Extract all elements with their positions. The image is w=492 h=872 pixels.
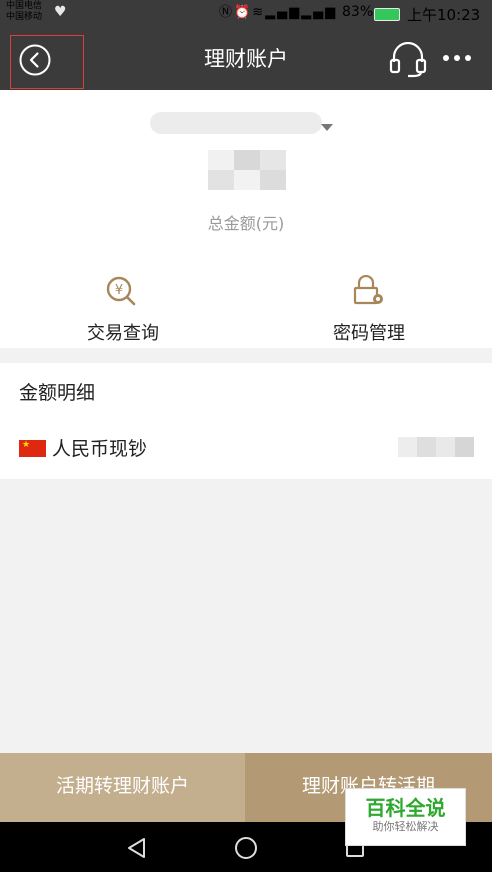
headset-icon[interactable] [389, 42, 427, 78]
more-icon[interactable] [442, 48, 472, 68]
nav-home-icon[interactable] [234, 836, 258, 860]
nfc-icon: Ⓝ [219, 5, 235, 20]
nav-back-icon[interactable] [125, 836, 149, 860]
svg-text:¥: ¥ [115, 283, 123, 298]
status-icons: Ⓝ⏰≋▂▄▆▂▄▆ [219, 5, 337, 21]
transaction-query-button[interactable]: 交易查询 [0, 319, 246, 345]
signal-4g-icon: ▂▄▆ [265, 5, 302, 20]
account-number-redacted [150, 112, 322, 134]
watermark-badge: 百科全说 助你轻松解决 [345, 788, 466, 846]
battery-percent: 83% [342, 4, 374, 20]
carrier-2: 中国移动 [6, 12, 43, 22]
wifi-icon: ≋ [252, 5, 266, 20]
current-to-wealth-button[interactable]: 活期转理财账户 [0, 753, 245, 822]
china-flag-icon: ★ [19, 440, 46, 457]
heart-icon: ♥ [54, 4, 67, 20]
chevron-down-icon[interactable] [321, 124, 333, 131]
currency-row-label[interactable]: 人民币现钞 [52, 434, 147, 461]
details-title: 金额明细 [19, 382, 96, 404]
alarm-icon: ⏰ [234, 5, 253, 20]
password-management-button[interactable]: 密码管理 [246, 319, 492, 345]
watermark-title: 百科全说 [365, 796, 446, 820]
back-circle-icon[interactable] [19, 44, 51, 76]
signal-2g-icon: ▂▄▆ [301, 5, 338, 20]
status-time: 上午10:23 [407, 6, 481, 24]
carrier-1: 中国电信 [6, 1, 43, 11]
carrier-info: 中国电信 中国移动 [6, 1, 42, 23]
currency-amount-redacted [398, 437, 474, 457]
total-amount-label: 总金额(元) [207, 214, 285, 233]
total-amount-redacted [208, 150, 286, 190]
search-coin-icon[interactable]: ¥ [104, 275, 138, 307]
lock-gear-icon[interactable] [351, 275, 385, 307]
watermark-subtitle: 助你轻松解决 [372, 820, 439, 833]
battery-icon [374, 8, 400, 21]
